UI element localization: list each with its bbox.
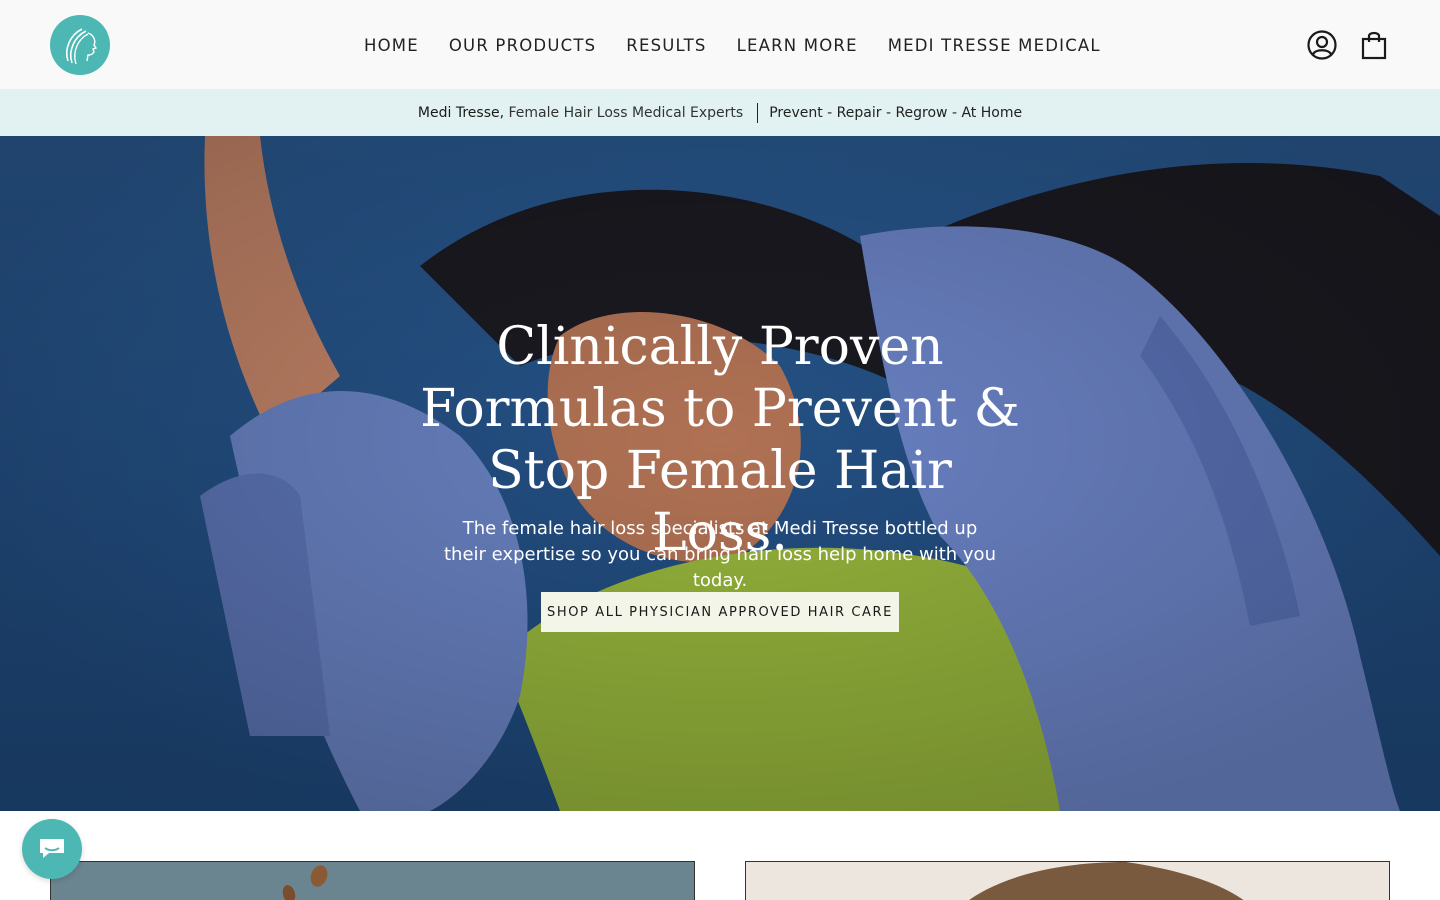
product-card-image-right[interactable] bbox=[745, 861, 1390, 900]
account-icon[interactable] bbox=[1306, 29, 1338, 61]
hero-banner: Clinically Proven Formulas to Prevent & … bbox=[0, 136, 1440, 811]
woman-profile-logo-icon bbox=[66, 28, 98, 65]
nav-home[interactable]: HOME bbox=[364, 34, 419, 58]
chat-button[interactable] bbox=[22, 819, 82, 879]
hair-model-image bbox=[746, 862, 1389, 900]
hero-subtitle: The female hair loss specialists at Medi… bbox=[444, 518, 996, 591]
nav-results[interactable]: RESULTS bbox=[626, 34, 706, 58]
product-card-image-left[interactable] bbox=[50, 861, 695, 900]
announcement-brand: Medi Tresse, bbox=[417, 105, 505, 121]
site-header: HOME OUR PRODUCTS RESULTS LEARN MORE MED… bbox=[0, 0, 1440, 90]
product-cards-section bbox=[0, 811, 1440, 900]
capsules-image bbox=[51, 862, 694, 900]
main-nav: HOME OUR PRODUCTS RESULTS LEARN MORE MED… bbox=[364, 34, 1101, 58]
announcement-bar: Medi Tresse, Female Hair Loss Medical Ex… bbox=[0, 90, 1440, 136]
nav-our-products[interactable]: OUR PRODUCTS bbox=[449, 34, 596, 58]
nav-learn-more[interactable]: LEARN MORE bbox=[737, 34, 858, 58]
announcement-slogan: Prevent - Repair - Regrow - At Home bbox=[769, 105, 1023, 121]
cart-icon[interactable] bbox=[1360, 30, 1388, 60]
logo[interactable] bbox=[50, 15, 110, 75]
shop-all-button[interactable]: SHOP ALL PHYSICIAN APPROVED HAIR CARE bbox=[541, 592, 899, 632]
announcement-tagline: Female Hair Loss Medical Experts bbox=[508, 105, 744, 121]
chat-icon bbox=[40, 839, 64, 858]
nav-medi-tresse-medical[interactable]: MEDI TRESSE MEDICAL bbox=[888, 34, 1101, 58]
announcement-divider bbox=[757, 103, 759, 123]
